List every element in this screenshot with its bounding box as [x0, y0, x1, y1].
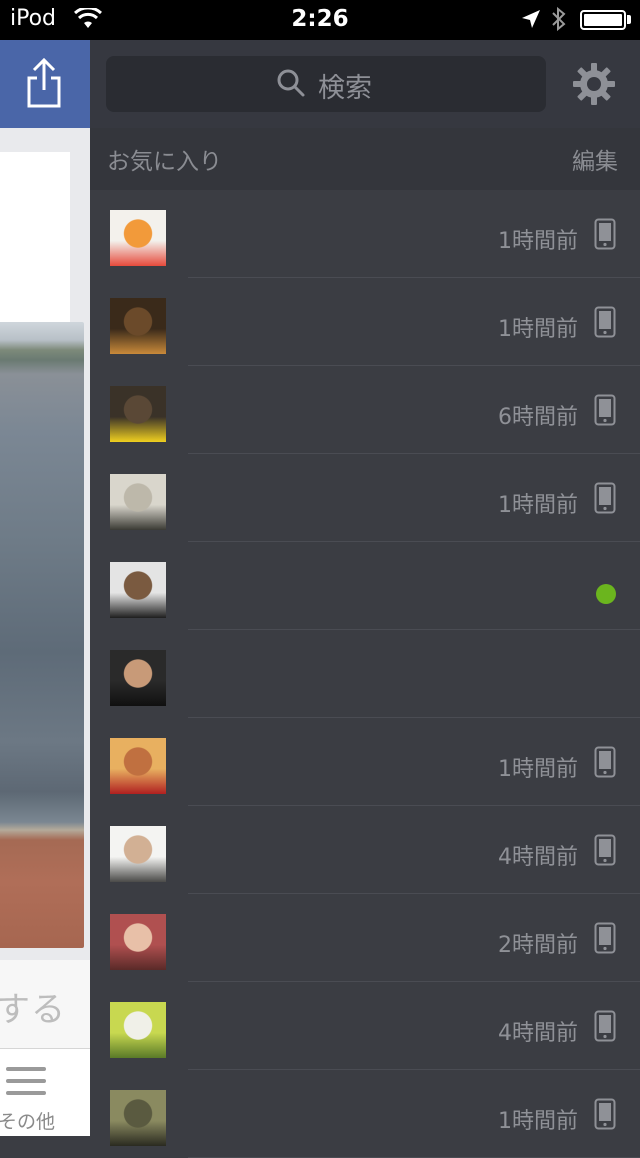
avatar: [110, 298, 166, 354]
gear-icon[interactable]: [570, 60, 618, 112]
last-active-time: 6時間前: [498, 405, 578, 430]
edit-button[interactable]: 編集: [572, 142, 618, 176]
avatar: [110, 386, 166, 442]
mobile-icon: [594, 1098, 616, 1134]
contact-row[interactable]: 1時間前: [90, 278, 640, 366]
avatar: [110, 738, 166, 794]
mobile-icon: [594, 746, 616, 782]
last-active-time: 4時間前: [498, 1021, 578, 1046]
post-action-text: する: [0, 990, 66, 1030]
contact-row[interactable]: [90, 630, 640, 718]
mobile-icon: [594, 834, 616, 870]
mobile-icon: [594, 218, 616, 254]
avatar: [110, 562, 166, 618]
avatar: [110, 1002, 166, 1058]
search-icon: [276, 68, 306, 102]
last-active-time: 1時間前: [498, 229, 578, 254]
last-active-time: 1時間前: [498, 317, 578, 342]
share-icon[interactable]: [26, 56, 62, 114]
contact-row[interactable]: 4時間前: [90, 982, 640, 1070]
avatar: [110, 914, 166, 970]
search-input[interactable]: 検索: [106, 56, 546, 112]
contact-list: 1時間前 1時間前 6時間前 1時間前 1時間前 4時間前 2時間前 4時間前 1時間前: [90, 190, 640, 1158]
menu-icon[interactable]: [6, 1067, 46, 1103]
contact-row[interactable]: 4時間前: [90, 806, 640, 894]
contact-row[interactable]: 6時間前: [90, 366, 640, 454]
avatar: [110, 1090, 166, 1146]
last-active-time: 1時間前: [498, 1109, 578, 1134]
location-icon: [520, 8, 542, 34]
post-card: [0, 152, 70, 332]
tab-other-label[interactable]: その他: [0, 1107, 55, 1134]
search-bar: 検索: [90, 40, 640, 128]
mobile-icon: [594, 306, 616, 342]
online-status-dot: [596, 584, 616, 604]
last-active-time: 1時間前: [498, 493, 578, 518]
mobile-icon: [594, 482, 616, 518]
mobile-icon: [594, 922, 616, 958]
contact-row[interactable]: 1時間前: [90, 718, 640, 806]
battery-icon: [580, 10, 626, 30]
avatar: [110, 650, 166, 706]
last-active-time: 4時間前: [498, 845, 578, 870]
background-nav-bar: [0, 40, 90, 128]
mobile-icon: [594, 394, 616, 430]
bluetooth-icon: [550, 6, 568, 36]
favorites-title: お気に入り: [107, 149, 222, 175]
contact-row[interactable]: 1時間前: [90, 454, 640, 542]
tab-bar: その他: [0, 1048, 90, 1136]
post-action-bar[interactable]: する: [0, 960, 90, 1048]
status-bar: iPod 2:26: [0, 0, 640, 40]
avatar: [110, 826, 166, 882]
clock: 2:26: [291, 6, 349, 32]
avatar: [110, 210, 166, 266]
contact-row[interactable]: [90, 542, 640, 630]
search-placeholder: 検索: [318, 73, 372, 104]
battery-tip: [627, 15, 631, 24]
contact-row[interactable]: 1時間前: [90, 190, 640, 278]
background-app: する その他: [0, 40, 90, 1136]
favorites-header: お気に入り 編集: [90, 128, 640, 190]
avatar: [110, 474, 166, 530]
post-photo: [0, 322, 84, 948]
chat-sidebar: 検索 お気に入り 編集 1時間前 1時間前 6時間前 1時間前 1時間前 4時間…: [90, 40, 640, 1158]
contact-row[interactable]: 1時間前: [90, 1070, 640, 1158]
mobile-icon: [594, 1010, 616, 1046]
last-active-time: 2時間前: [498, 933, 578, 958]
last-active-time: 1時間前: [498, 757, 578, 782]
contact-row[interactable]: 2時間前: [90, 894, 640, 982]
